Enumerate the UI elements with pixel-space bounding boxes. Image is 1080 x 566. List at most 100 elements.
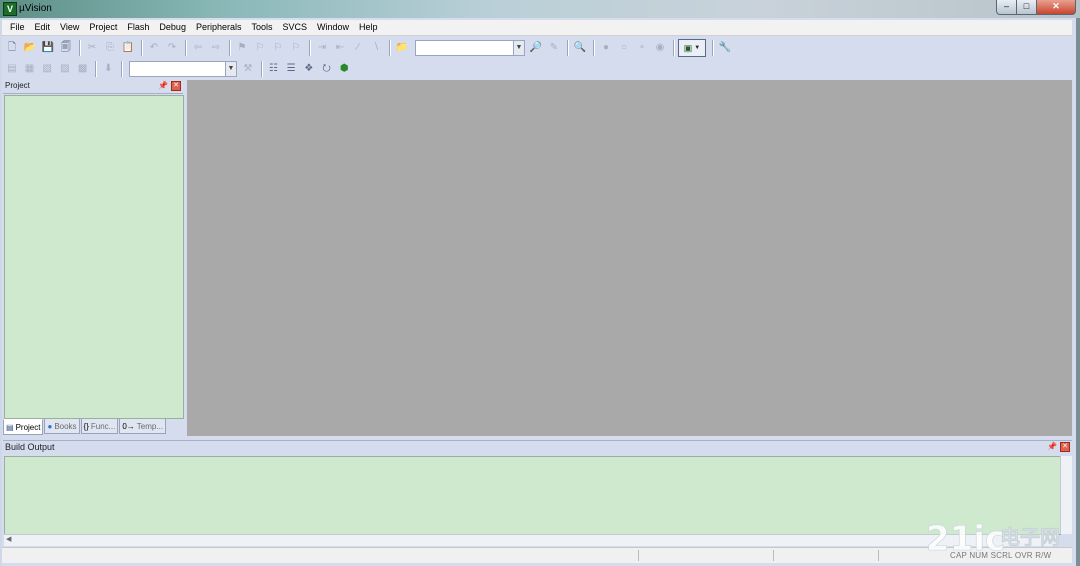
file-extensions-icon[interactable]: ☷ (266, 61, 282, 77)
menu-svcs[interactable]: SVCS (278, 20, 313, 35)
unindent-icon[interactable]: ⇤ (332, 40, 348, 56)
chevron-down-icon[interactable]: ▼ (513, 41, 524, 55)
pin-icon[interactable]: 📌 (158, 81, 168, 90)
comment-icon[interactable]: ∕ (350, 40, 366, 56)
menu-tools[interactable]: Tools (246, 20, 277, 35)
scroll-left-icon[interactable]: ◀ (6, 535, 11, 543)
templates-tab-icon: 0→ (122, 421, 135, 431)
breakpoint-icon[interactable]: ● (598, 40, 614, 56)
menu-window[interactable]: Window (312, 20, 354, 35)
close-window-button[interactable]: ✕ (1036, 0, 1076, 15)
status-divider (773, 550, 774, 561)
tab-books[interactable]: ● Books (44, 419, 80, 434)
configure-icon[interactable]: 🔧 (717, 40, 733, 56)
navigate-forward-icon[interactable]: ⇨ (208, 40, 224, 56)
select-software-packs-icon[interactable]: ❖ (301, 61, 317, 77)
find-icon[interactable]: 🔎 (528, 40, 544, 56)
project-tree[interactable] (4, 95, 184, 419)
menu-debug[interactable]: Debug (154, 20, 191, 35)
close-icon[interactable]: ✕ (1060, 442, 1070, 452)
menu-edit[interactable]: Edit (30, 20, 56, 35)
paste-icon[interactable]: 📋 (120, 40, 136, 56)
project-tab-icon: ▤ (6, 422, 14, 432)
menu-file[interactable]: File (2, 20, 30, 35)
window-layout-icon: ▣ (683, 42, 693, 53)
21ic-watermark-logo: 21ic 电子网 (926, 519, 1060, 560)
new-file-icon[interactable]: 🗋 (4, 40, 20, 56)
project-panel-header: Project 📌 ✕ (3, 80, 183, 94)
build-output-header: Build Output 📌 ✕ (3, 440, 1072, 455)
uncomment-icon[interactable]: ∖ (368, 40, 384, 56)
insert-bookmark-icon[interactable]: ⚑ (234, 40, 250, 56)
target-options-icon[interactable]: ⚒ (240, 61, 256, 77)
menu-flash[interactable]: Flash (122, 20, 154, 35)
save-all-icon[interactable]: 🗐 (58, 40, 74, 56)
open-file-icon[interactable]: 📂 (22, 40, 38, 56)
toolbar-separator (389, 40, 391, 56)
file-toolbar: 🗋 📂 💾 🗐 ✂ ⎘ 📋 ↶ ↷ ⇦ ⇨ ⚑ ⚐ ⚐ ⚐ ⇥ ⇤ ∕ ∖ 📁 … (4, 37, 1070, 59)
previous-bookmark-icon[interactable]: ⚐ (252, 40, 268, 56)
menu-project[interactable]: Project (84, 20, 122, 35)
build-output-text[interactable] (4, 456, 1061, 535)
disable-breakpoint-icon[interactable]: ○ (616, 40, 632, 56)
redo-icon[interactable]: ↷ (164, 40, 180, 56)
toolbar-separator (121, 61, 124, 77)
build-icon[interactable]: ▦ (22, 61, 38, 77)
rebuild-icon[interactable]: ▧ (39, 61, 55, 77)
editor-area[interactable] (187, 80, 1072, 436)
project-panel: Project 📌 ✕ ▤ Project ● Books {} Func...… (3, 80, 184, 436)
clear-bookmarks-icon[interactable]: ⚐ (288, 40, 304, 56)
pack-installer-icon[interactable]: ⭮ (319, 61, 335, 77)
menu-view[interactable]: View (55, 20, 84, 35)
minimize-icon: – (1003, 1, 1009, 11)
stop-build-icon[interactable]: ▩ (75, 61, 91, 77)
disable-all-breakpoints-icon[interactable]: ∘ (634, 40, 650, 56)
tab-label: Func... (90, 421, 116, 431)
toolbar-separator (185, 40, 187, 56)
status-divider (878, 550, 879, 561)
window-layout-button[interactable]: ▣ ▼ (678, 39, 706, 57)
chevron-down-icon: ▼ (694, 45, 701, 51)
pin-icon[interactable]: 📌 (1047, 442, 1057, 451)
maximize-button[interactable]: □ (1016, 0, 1037, 15)
download-icon[interactable]: ⬇ (100, 61, 116, 77)
cut-icon[interactable]: ✂ (84, 40, 100, 56)
close-icon[interactable]: ✕ (171, 81, 181, 91)
tab-project[interactable]: ▤ Project (3, 419, 44, 435)
project-panel-tabs: ▤ Project ● Books {} Func... 0→ Temp... (3, 419, 183, 435)
manage-components-icon[interactable]: ☰ (283, 61, 299, 77)
svg-text:电子网: 电子网 (1000, 525, 1060, 549)
debug-session-icon[interactable]: 🔍 (572, 40, 588, 56)
find-combo[interactable]: ▼ (415, 40, 525, 56)
minimize-button[interactable]: – (996, 0, 1017, 15)
tab-label: Books (54, 421, 77, 431)
functions-tab-icon: {} (83, 421, 89, 431)
toolbar-separator (593, 40, 595, 56)
navigate-back-icon[interactable]: ⇦ (190, 40, 206, 56)
next-bookmark-icon[interactable]: ⚐ (270, 40, 286, 56)
run-time-environment-icon[interactable]: ⬢ (336, 61, 352, 77)
maximize-icon: □ (1023, 1, 1030, 11)
menu-peripherals[interactable]: Peripherals (191, 20, 247, 35)
menu-help[interactable]: Help (354, 20, 383, 35)
target-combo[interactable]: ▼ (129, 61, 237, 77)
toolbar-separator (567, 40, 569, 56)
toolbar-separator (141, 40, 143, 56)
batch-build-icon[interactable]: ▨ (57, 61, 73, 77)
toolbar-separator (229, 40, 231, 56)
find-in-files-icon[interactable]: 📁 (394, 40, 410, 56)
incremental-find-icon[interactable]: ✎ (546, 40, 562, 56)
kill-all-breakpoints-icon[interactable]: ◉ (652, 40, 668, 56)
tab-functions[interactable]: {} Func... (80, 419, 119, 434)
build-toolbar: ▤ ▦ ▧ ▨ ▩ ⬇ ▼ ⚒ ☷ ☰ ❖ ⭮ ⬢ (4, 58, 354, 80)
undo-icon[interactable]: ↶ (146, 40, 162, 56)
svg-text:21ic: 21ic (926, 519, 1005, 559)
chevron-down-icon[interactable]: ▼ (224, 62, 236, 76)
tab-templates[interactable]: 0→ Temp... (119, 419, 167, 434)
uvision-app-icon: V (3, 2, 17, 16)
save-icon[interactable]: 💾 (40, 40, 56, 56)
copy-icon[interactable]: ⎘ (102, 40, 118, 56)
indent-icon[interactable]: ⇥ (314, 40, 330, 56)
translate-icon[interactable]: ▤ (4, 61, 20, 77)
horizontal-scrollbar[interactable]: ◀ (4, 534, 1059, 546)
